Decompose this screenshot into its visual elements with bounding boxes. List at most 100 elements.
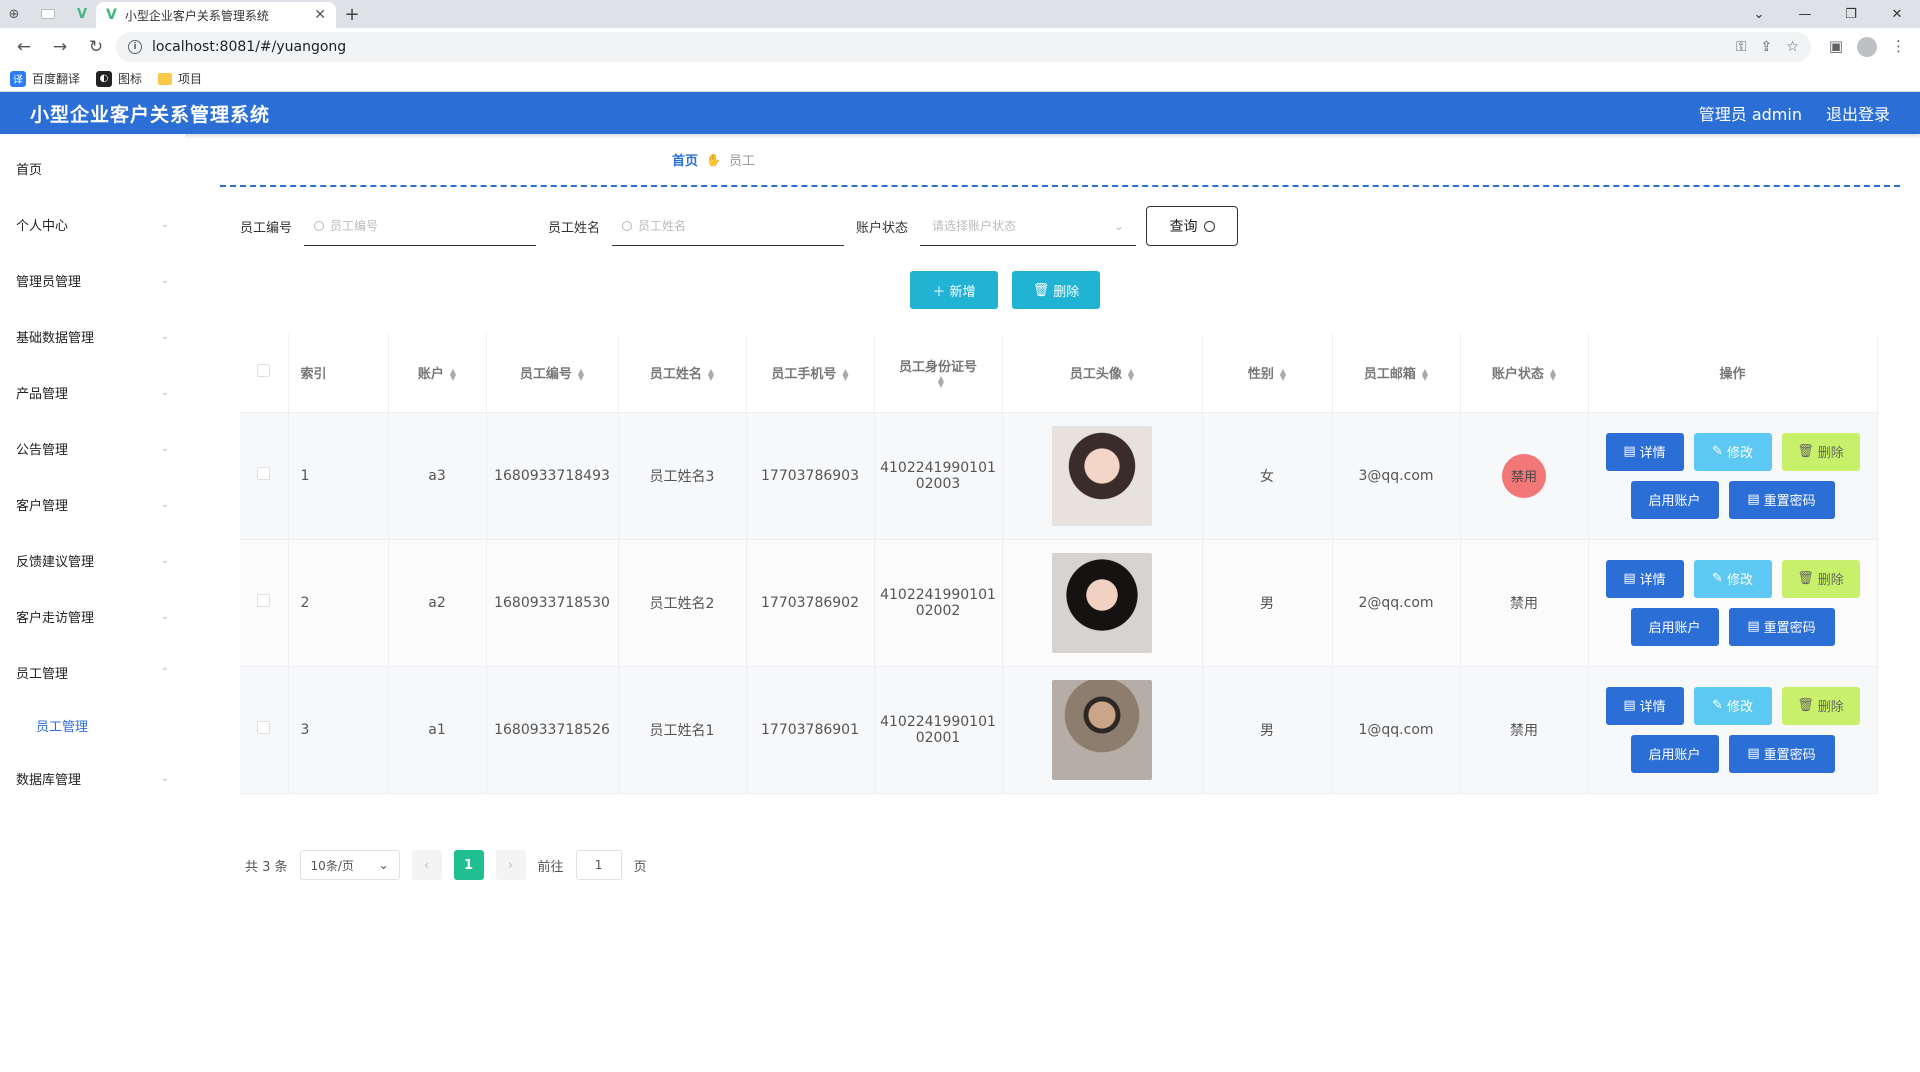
col-photo[interactable]: 员工头像 ▲ ▼ [1002,334,1203,413]
cell-emp-no: 1680933718493 [486,412,619,540]
goto-page-input[interactable]: 1 [575,850,622,880]
chevron-down-icon: ⌄ [1113,218,1125,233]
action-bar: ＋新增 🗑 删除 [910,271,1100,309]
page-number-current[interactable]: 1 [453,850,484,880]
detail-button[interactable]: ▤ 详情 [1605,559,1684,598]
sidebar-item-notices[interactable]: 公告管理 ⌄ [0,420,185,476]
star-icon[interactable]: ☆ [1786,39,1799,55]
browser-tab-active[interactable]: V 小型企业客户关系管理系统 ✕ [96,2,336,28]
document-icon: ▤ [1623,444,1636,459]
sidebar-item-base-data[interactable]: 基础数据管理 ⌄ [0,308,185,364]
close-window-icon[interactable]: ✕ [1874,0,1920,28]
col-emp-no[interactable]: 员工编号 ▲ ▼ [486,334,619,413]
side-panel-icon[interactable]: ▣ [1829,37,1843,57]
tab-search-icon[interactable]: ⌄ [1736,0,1782,28]
minimize-icon[interactable]: — [1782,0,1828,28]
query-button[interactable]: 查询 [1146,206,1239,246]
bookmarks-bar: 译 百度翻译 ◐ 图标 项目 [0,66,1920,92]
enable-account-button[interactable]: 启用账户 [1630,480,1719,519]
sort-icon[interactable]: ▲ ▼ [450,367,456,381]
row-checkbox[interactable] [257,467,271,480]
sidebar-item-products[interactable]: 产品管理 ⌄ [0,364,185,420]
sidebar-item-profile[interactable]: 个人中心 ⌄ [0,196,185,252]
status-select[interactable]: 请选择账户状态 ⌄ [920,206,1137,246]
url-field[interactable]: i localhost:8081/#/yuangong ⚿ ⇪ ☆ [116,32,1811,62]
reset-password-button[interactable]: ▤ 重置密码 [1728,480,1835,519]
delete-button[interactable]: 🗑 删除 [1781,559,1860,598]
reset-password-button[interactable]: ▤ 重置密码 [1728,734,1835,773]
col-name[interactable]: 员工姓名 ▲ ▼ [618,334,747,413]
edit-button[interactable]: ✎ 修改 [1693,432,1772,471]
enable-account-button[interactable]: 启用账户 [1630,734,1719,773]
key-icon[interactable]: ⚿ [1736,39,1747,55]
profile-avatar-icon[interactable] [1857,37,1877,57]
prev-page-button[interactable]: ‹ [411,850,442,880]
new-tab-icon[interactable]: + [336,0,368,28]
sort-icon[interactable]: ▲ ▼ [1128,367,1134,381]
sort-icon[interactable]: ▲ ▼ [1550,367,1556,381]
sort-icon[interactable]: ▲ ▼ [708,367,714,381]
emp-name-input[interactable]: 员工姓名 [612,206,845,246]
breadcrumb-home[interactable]: 首页 [672,150,698,169]
detail-button[interactable]: ▤ 详情 [1605,432,1684,471]
vue-logo-icon[interactable]: V [68,0,96,28]
sort-icon[interactable]: ▲ ▼ [1422,367,1428,381]
bulk-delete-button[interactable]: 🗑 删除 [1012,271,1100,309]
restore-icon[interactable]: ❐ [1828,0,1874,28]
forward-arrow-icon[interactable]: → [44,31,76,63]
emp-no-input[interactable]: 员工编号 [304,206,537,246]
col-phone[interactable]: 员工手机号 ▲ ▼ [746,334,875,413]
chevron-down-icon: ⌄ [160,498,169,510]
sort-icon[interactable]: ▲ ▼ [578,367,584,381]
row-checkbox[interactable] [257,594,271,607]
search-icon [622,220,633,231]
cell-status: 禁用 [1460,539,1589,667]
detail-button[interactable]: ▤ 详情 [1605,686,1684,725]
col-email[interactable]: 员工邮箱 ▲ ▼ [1332,334,1461,413]
site-info-icon[interactable]: i [128,40,142,54]
close-tab-icon[interactable]: ✕ [314,7,326,23]
employee-avatar[interactable] [1052,425,1152,526]
reset-password-button[interactable]: ▤ 重置密码 [1728,607,1835,646]
sidebar-item-database[interactable]: 数据库管理 ⌄ [0,750,185,806]
sidebar-item-feedback[interactable]: 反馈建议管理 ⌄ [0,532,185,588]
sidebar-item-admin[interactable]: 管理员管理 ⌄ [0,252,185,308]
delete-button[interactable]: 🗑 删除 [1781,686,1860,725]
more-menu-icon[interactable]: ⋮ [1891,37,1906,57]
browser-tab-inactive[interactable] [28,0,68,28]
enable-account-button[interactable]: 启用账户 [1630,607,1719,646]
sidebar-item-visits[interactable]: 客户走访管理 ⌄ [0,588,185,644]
globe-icon[interactable]: ⊕ [0,0,28,28]
sort-icon[interactable]: ▲ ▼ [842,367,848,381]
page-size-select[interactable]: 10条/页 ⌄ [299,850,400,880]
sidebar-subitem-employee-management[interactable]: 员工管理 [0,700,185,750]
sort-icon[interactable]: ▲ ▼ [938,375,944,389]
col-account[interactable]: 账户 ▲ ▼ [388,334,487,413]
back-arrow-icon[interactable]: ← [8,31,40,63]
employee-avatar[interactable] [1052,552,1152,653]
reload-icon[interactable]: ↻ [80,31,112,63]
sort-icon[interactable]: ▲ ▼ [1280,367,1286,381]
sidebar-item-employees[interactable]: 员工管理 ⌃ [0,644,185,700]
row-checkbox[interactable] [257,721,271,734]
edit-button[interactable]: ✎ 修改 [1693,686,1772,725]
col-status[interactable]: 账户状态 ▲ ▼ [1460,334,1589,413]
delete-button[interactable]: 🗑 删除 [1781,432,1860,471]
cell-gender: 男 [1202,539,1333,667]
sidebar-item-customers[interactable]: 客户管理 ⌄ [0,476,185,532]
bookmark-baidu-translate[interactable]: 译 百度翻译 [10,70,80,87]
select-all-checkbox[interactable] [257,364,271,378]
employee-avatar[interactable] [1052,679,1152,780]
next-page-button[interactable]: › [495,850,526,880]
goto-prefix: 前往 [537,859,564,875]
bookmark-icons[interactable]: ◐ 图标 [96,70,142,87]
logout-button[interactable]: 退出登录 [1826,101,1890,125]
add-button[interactable]: ＋新增 [910,271,998,309]
edit-button[interactable]: ✎ 修改 [1693,559,1772,598]
tab-title: 小型企业客户关系管理系统 [124,8,269,23]
share-icon[interactable]: ⇪ [1761,39,1773,55]
bookmark-project[interactable]: 项目 [158,70,202,87]
col-gender[interactable]: 性别 ▲ ▼ [1202,334,1333,413]
sidebar-item-home[interactable]: 首页 [0,140,185,196]
col-id-card[interactable]: 员工身份证号 ▲ ▼ [874,334,1003,413]
